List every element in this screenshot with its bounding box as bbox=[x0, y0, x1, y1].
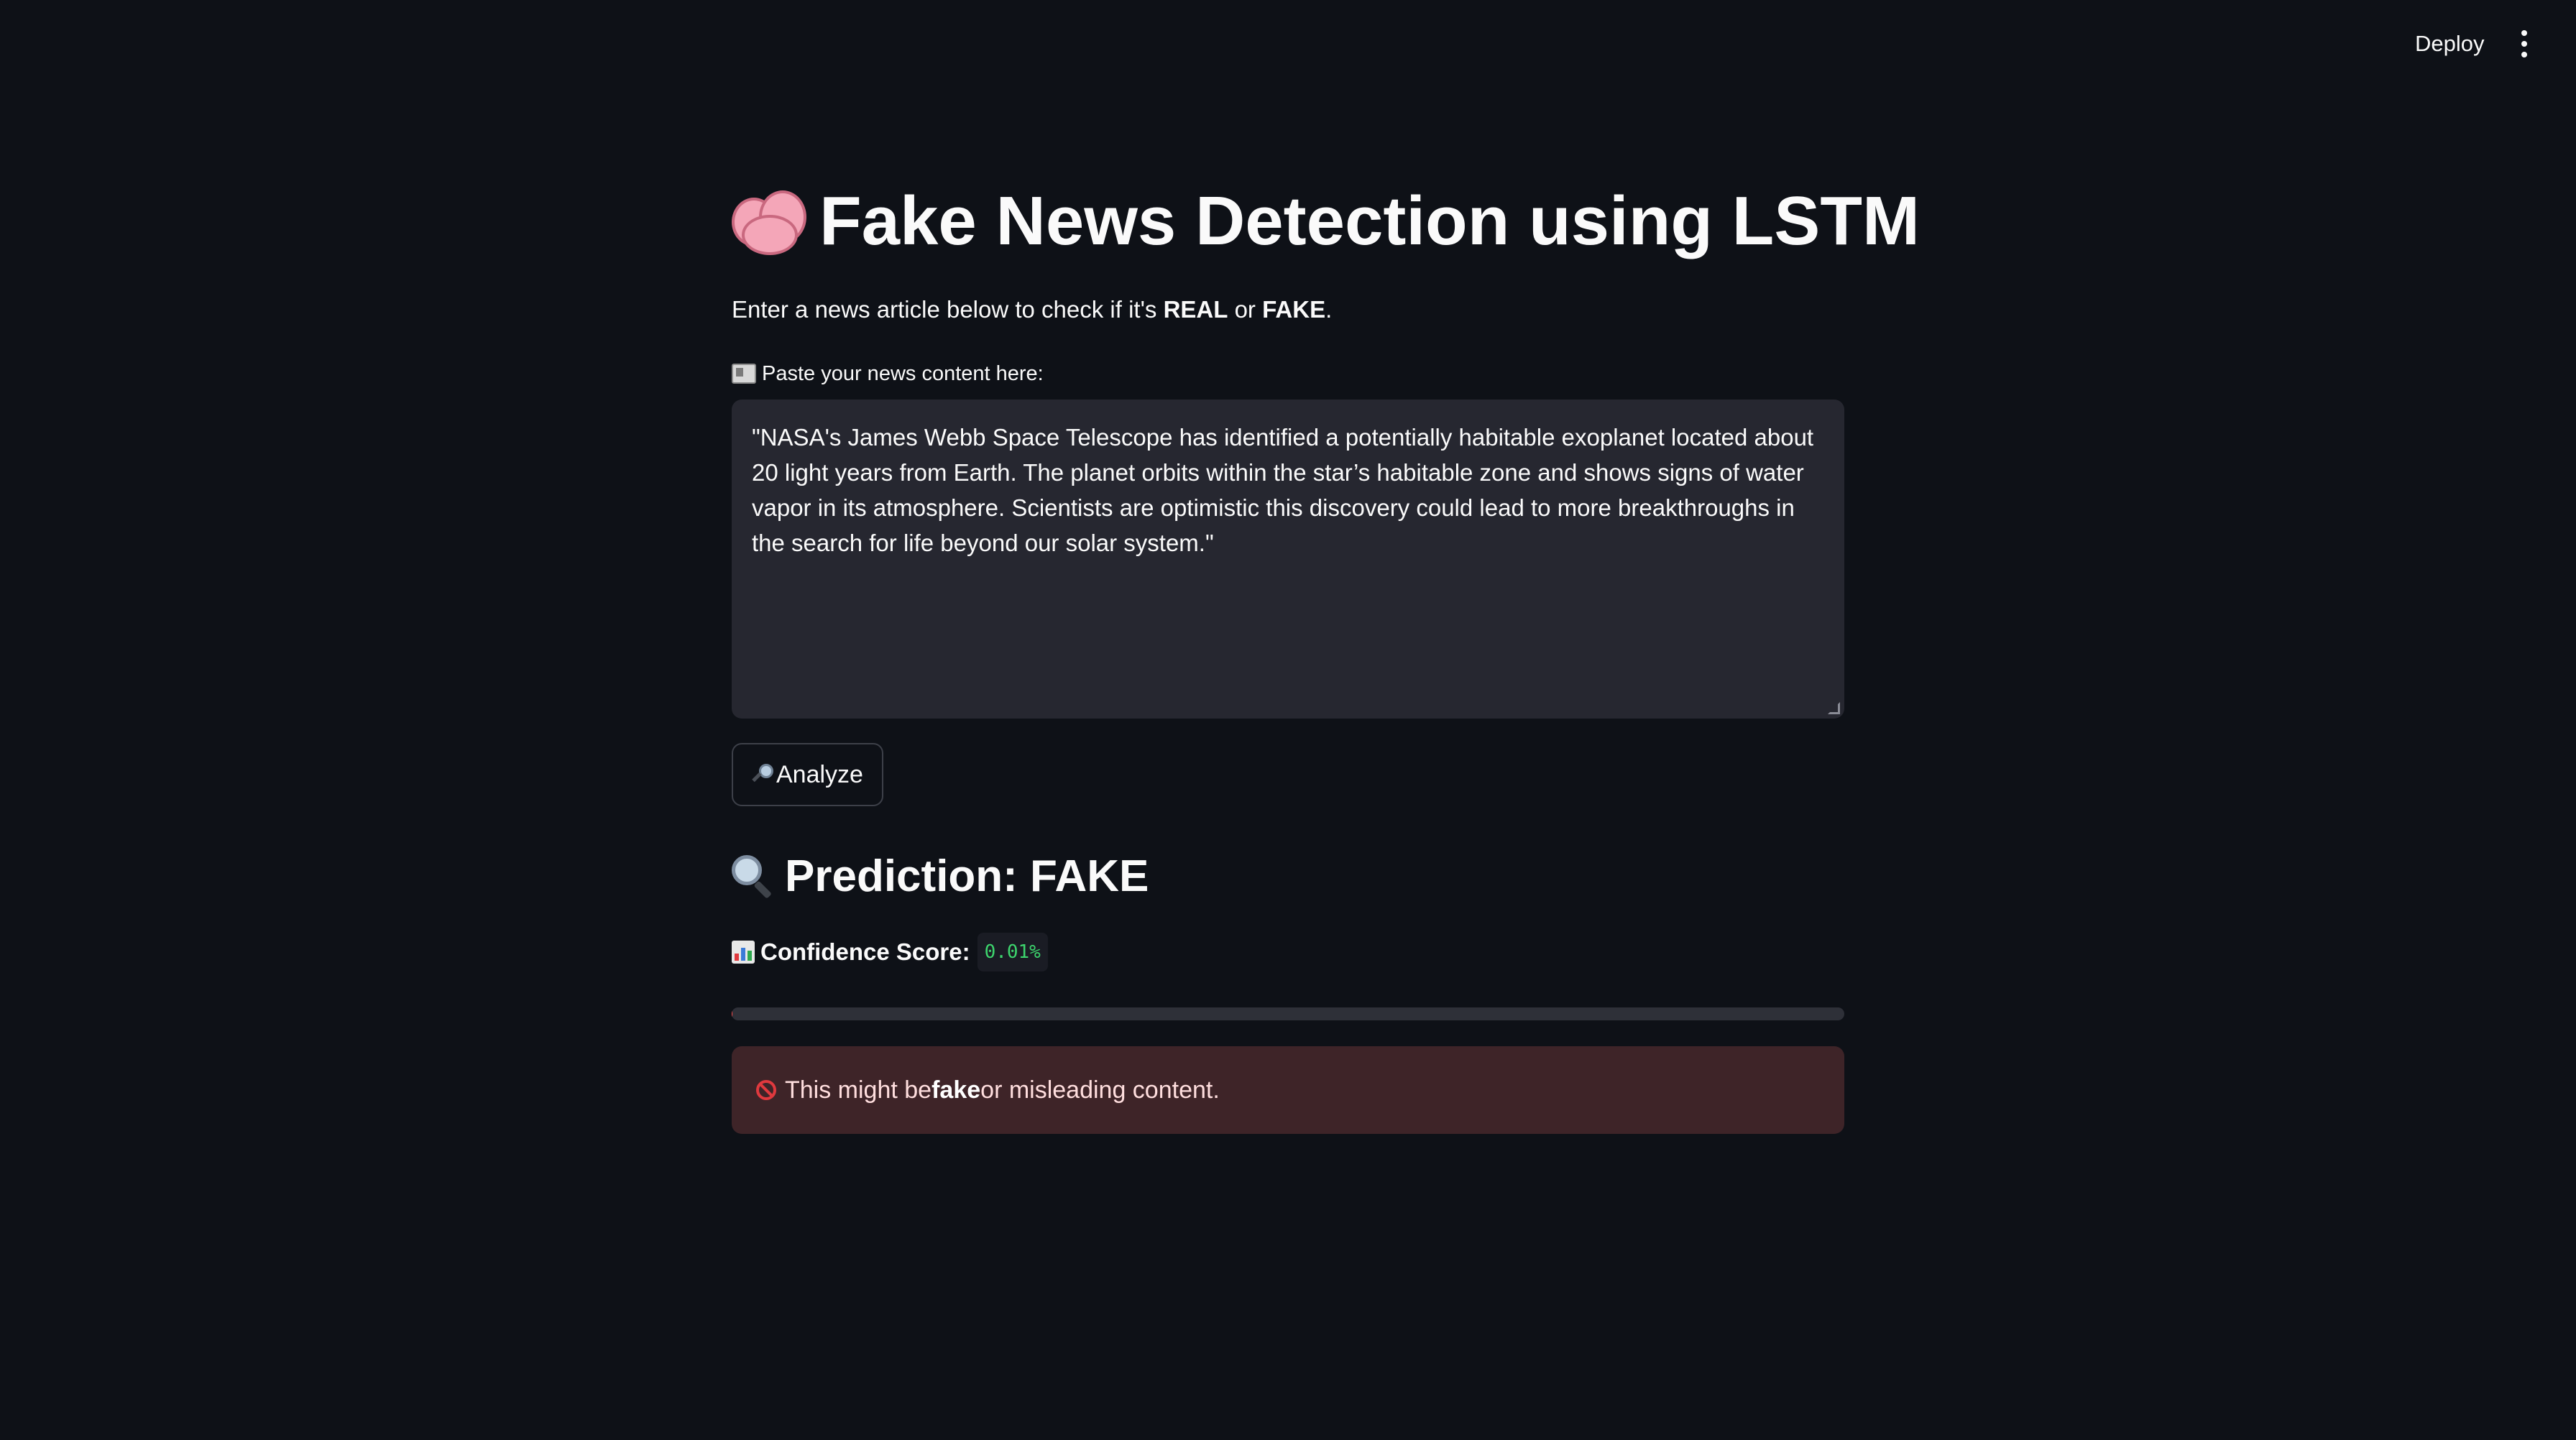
bar-chart-icon bbox=[732, 941, 755, 964]
resize-handle[interactable] bbox=[1828, 702, 1840, 714]
page-subtitle: Enter a news article below to check if i… bbox=[732, 293, 1332, 326]
subtitle-or: or bbox=[1228, 296, 1263, 323]
subtitle-fake: FAKE bbox=[1262, 296, 1326, 323]
confidence-label: Confidence Score: bbox=[760, 938, 970, 965]
magnifier-icon bbox=[752, 764, 773, 785]
subtitle-text: Enter a news article below to check if i… bbox=[732, 296, 1164, 323]
news-content-value: "NASA's James Webb Space Telescope has i… bbox=[752, 424, 1814, 556]
app-header: Deploy bbox=[0, 0, 2576, 88]
prediction-text: Prediction: FAKE bbox=[785, 851, 1149, 901]
deploy-button[interactable]: Deploy bbox=[2401, 26, 2499, 62]
newspaper-icon bbox=[732, 364, 756, 384]
confidence-progress-bar bbox=[732, 1007, 1844, 1020]
page-title-text: Fake News Detection using LSTM bbox=[819, 183, 1920, 259]
news-content-textarea[interactable]: "NASA's James Webb Space Telescope has i… bbox=[732, 400, 1844, 719]
alert-suffix-text: or misleading content. bbox=[980, 1076, 1220, 1104]
menu-dot bbox=[2521, 41, 2527, 47]
alert-bold-text: fake bbox=[932, 1076, 981, 1104]
news-input-label-text: Paste your news content here: bbox=[762, 362, 1044, 385]
no-entry-icon bbox=[756, 1080, 776, 1100]
subtitle-suffix: . bbox=[1325, 296, 1333, 323]
alert-text: This might be bbox=[785, 1076, 932, 1104]
subtitle-real: REAL bbox=[1163, 296, 1228, 323]
main-menu-button[interactable] bbox=[2506, 22, 2543, 66]
confidence-value: 0.01% bbox=[977, 933, 1048, 971]
brain-icon bbox=[732, 190, 806, 255]
analyze-button-label: Analyze bbox=[776, 760, 863, 788]
news-input-label: Paste your news content here: bbox=[732, 359, 1044, 388]
menu-dot bbox=[2521, 52, 2527, 57]
prediction-heading: Prediction: FAKE bbox=[732, 848, 1149, 905]
analyze-button[interactable]: Analyze bbox=[732, 743, 883, 806]
confidence-score: Confidence Score: 0.01% bbox=[732, 933, 1048, 971]
page-title: Fake News Detection using LSTM bbox=[732, 178, 1920, 264]
menu-dot bbox=[2521, 30, 2527, 36]
magnifier-icon bbox=[732, 855, 775, 899]
fake-warning-alert: This might be fake or misleading content… bbox=[732, 1046, 1844, 1134]
